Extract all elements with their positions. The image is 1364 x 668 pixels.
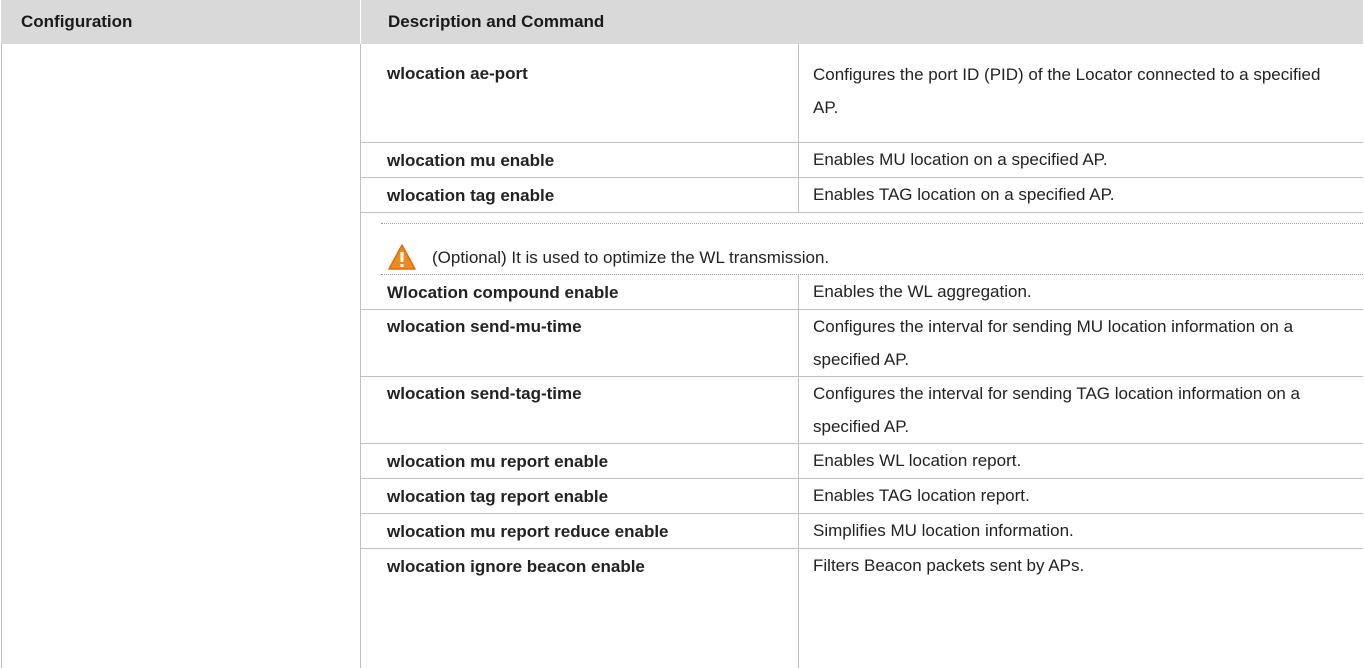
- header-configuration: Configuration: [21, 12, 133, 31]
- description-cell: Enables WL location report.: [813, 451, 1022, 470]
- description-cell: Filters Beacon packets sent by APs.: [813, 556, 1085, 575]
- description-cell: Enables TAG location on a specified AP.: [813, 185, 1115, 204]
- column-divider-upper: [798, 44, 799, 213]
- command-cell: wlocation tag report enable: [387, 487, 609, 506]
- description-cell: Enables the WL aggregation.: [813, 282, 1032, 301]
- command-cell: wlocation tag enable: [387, 186, 555, 205]
- command-cell: wlocation send-tag-time: [387, 384, 582, 403]
- note-text: (Optional) It is used to optimize the WL…: [432, 248, 830, 267]
- table-header: Configuration Description and Command: [1, 0, 1363, 44]
- command-cell: wlocation send-mu-time: [387, 317, 582, 336]
- configuration-table: Configuration Description and Command wl…: [1, 0, 1363, 668]
- row-divider: [360, 212, 1363, 213]
- column-divider-lower: [798, 274, 799, 668]
- description-cell: Configures the port ID (PID) of the Loca…: [813, 65, 1321, 117]
- command-cell: wlocation mu report reduce enable: [387, 522, 669, 541]
- note-top-dotted-line: [381, 223, 1363, 224]
- description-cell: Simplifies MU location information.: [813, 521, 1074, 540]
- warning-icon: [387, 243, 417, 271]
- optional-note: (Optional) It is used to optimize the WL…: [387, 241, 1337, 274]
- table-left-border: [1, 44, 2, 668]
- description-cell: Configures the interval for sending TAG …: [813, 384, 1300, 436]
- description-cell: Configures the interval for sending MU l…: [813, 317, 1294, 369]
- description-cell: Enables TAG location report.: [813, 486, 1030, 505]
- command-cell: wlocation mu report enable: [387, 452, 609, 471]
- description-cell: Enables MU location on a specified AP.: [813, 150, 1108, 169]
- header-separator: [360, 0, 361, 44]
- command-cell: wlocation mu enable: [387, 151, 555, 170]
- header-description-and-command: Description and Command: [388, 12, 605, 31]
- column-divider-config: [360, 44, 361, 668]
- command-cell: Wlocation compound enable: [387, 283, 619, 302]
- command-cell: wlocation ignore beacon enable: [387, 557, 645, 576]
- command-cell: wlocation ae-port: [387, 64, 528, 83]
